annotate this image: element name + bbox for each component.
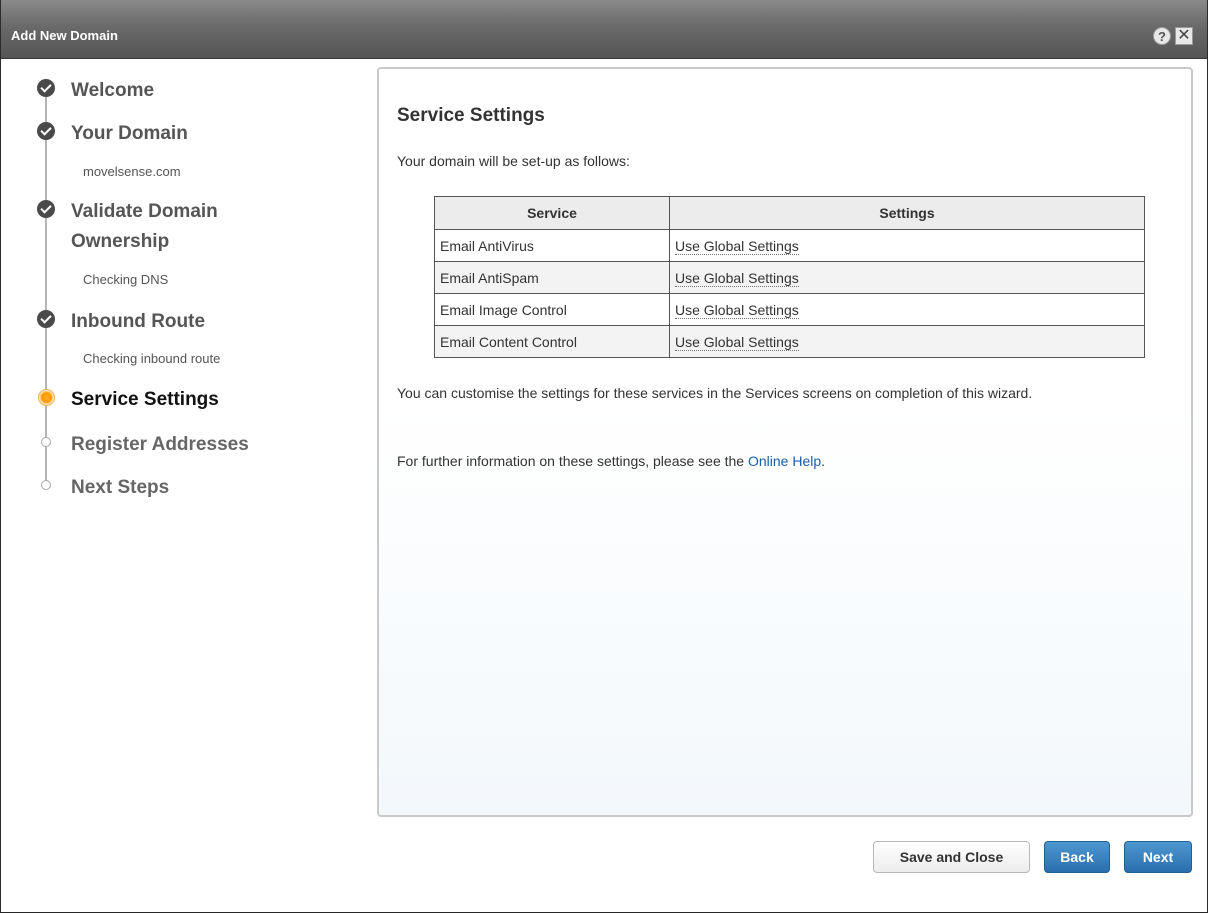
current-step-icon [38, 389, 55, 406]
pending-step-icon [41, 480, 51, 490]
pending-step-icon [41, 437, 51, 447]
services-table: Service Settings Email AntiVirus Use Glo… [434, 196, 1145, 358]
customise-note: You can customise the settings for these… [397, 385, 1033, 401]
table-header-row: Service Settings [434, 196, 1145, 230]
step-complete-check-icon [37, 310, 55, 328]
step-label-line2: Ownership [71, 231, 170, 252]
step-label: Welcome [71, 80, 155, 101]
next-button[interactable]: Next [1124, 841, 1192, 873]
steps-connector-line [45, 84, 47, 486]
wizard-steps: Welcome Your Domain movelsense.com Valid… [1, 58, 361, 558]
column-header-service: Service [434, 196, 670, 230]
service-name: Email AntiVirus [434, 229, 670, 262]
settings-cell: Use Global Settings [669, 325, 1145, 358]
settings-value-link[interactable]: Use Global Settings [675, 301, 799, 319]
page-title: Service Settings [397, 105, 545, 126]
column-header-settings: Settings [669, 196, 1145, 230]
step-label: Inbound Route [71, 311, 206, 332]
table-row: Email AntiVirus Use Global Settings [434, 229, 1145, 262]
help-icon[interactable]: ? [1153, 27, 1171, 45]
add-domain-dialog: Add New Domain ? ✕ Welcome Your Domain m… [0, 0, 1208, 913]
step-label: Validate Domain [71, 201, 218, 222]
help-note: For further information on these setting… [397, 451, 1187, 471]
settings-cell: Use Global Settings [669, 261, 1145, 294]
step-detail: movelsense.com [83, 164, 181, 179]
step-label: Register Addresses [71, 434, 249, 455]
back-button[interactable]: Back [1044, 841, 1110, 873]
online-help-link[interactable]: Online Help [748, 453, 821, 469]
settings-value-link[interactable]: Use Global Settings [675, 333, 799, 351]
table-row: Email AntiSpam Use Global Settings [434, 261, 1145, 294]
service-name: Email Content Control [434, 325, 670, 358]
step-complete-check-icon [37, 79, 55, 97]
table-row: Email Content Control Use Global Setting… [434, 325, 1145, 358]
step-detail: Checking DNS [83, 272, 169, 287]
intro-text: Your domain will be set-up as follows: [397, 153, 630, 169]
help-note-prefix: For further information on these setting… [397, 453, 748, 469]
help-note-suffix: . [821, 453, 826, 469]
dialog-title: Add New Domain [11, 28, 118, 43]
close-icon[interactable]: ✕ [1175, 27, 1193, 45]
save-and-close-button[interactable]: Save and Close [873, 841, 1030, 873]
settings-cell: Use Global Settings [669, 293, 1145, 326]
step-label: Next Steps [71, 477, 170, 498]
service-name: Email Image Control [434, 293, 670, 326]
step-complete-check-icon [37, 200, 55, 218]
settings-value-link[interactable]: Use Global Settings [675, 269, 799, 287]
service-name: Email AntiSpam [434, 261, 670, 294]
content-panel: Service Settings Your domain will be set… [377, 67, 1193, 817]
step-detail: Checking inbound route [83, 351, 221, 366]
step-complete-check-icon [37, 122, 55, 140]
table-row: Email Image Control Use Global Settings [434, 293, 1145, 326]
step-label: Service Settings [71, 389, 219, 410]
settings-value-link[interactable]: Use Global Settings [675, 237, 799, 255]
settings-cell: Use Global Settings [669, 229, 1145, 262]
step-label: Your Domain [71, 123, 188, 144]
dialog-titlebar: Add New Domain ? ✕ [1, 0, 1207, 59]
